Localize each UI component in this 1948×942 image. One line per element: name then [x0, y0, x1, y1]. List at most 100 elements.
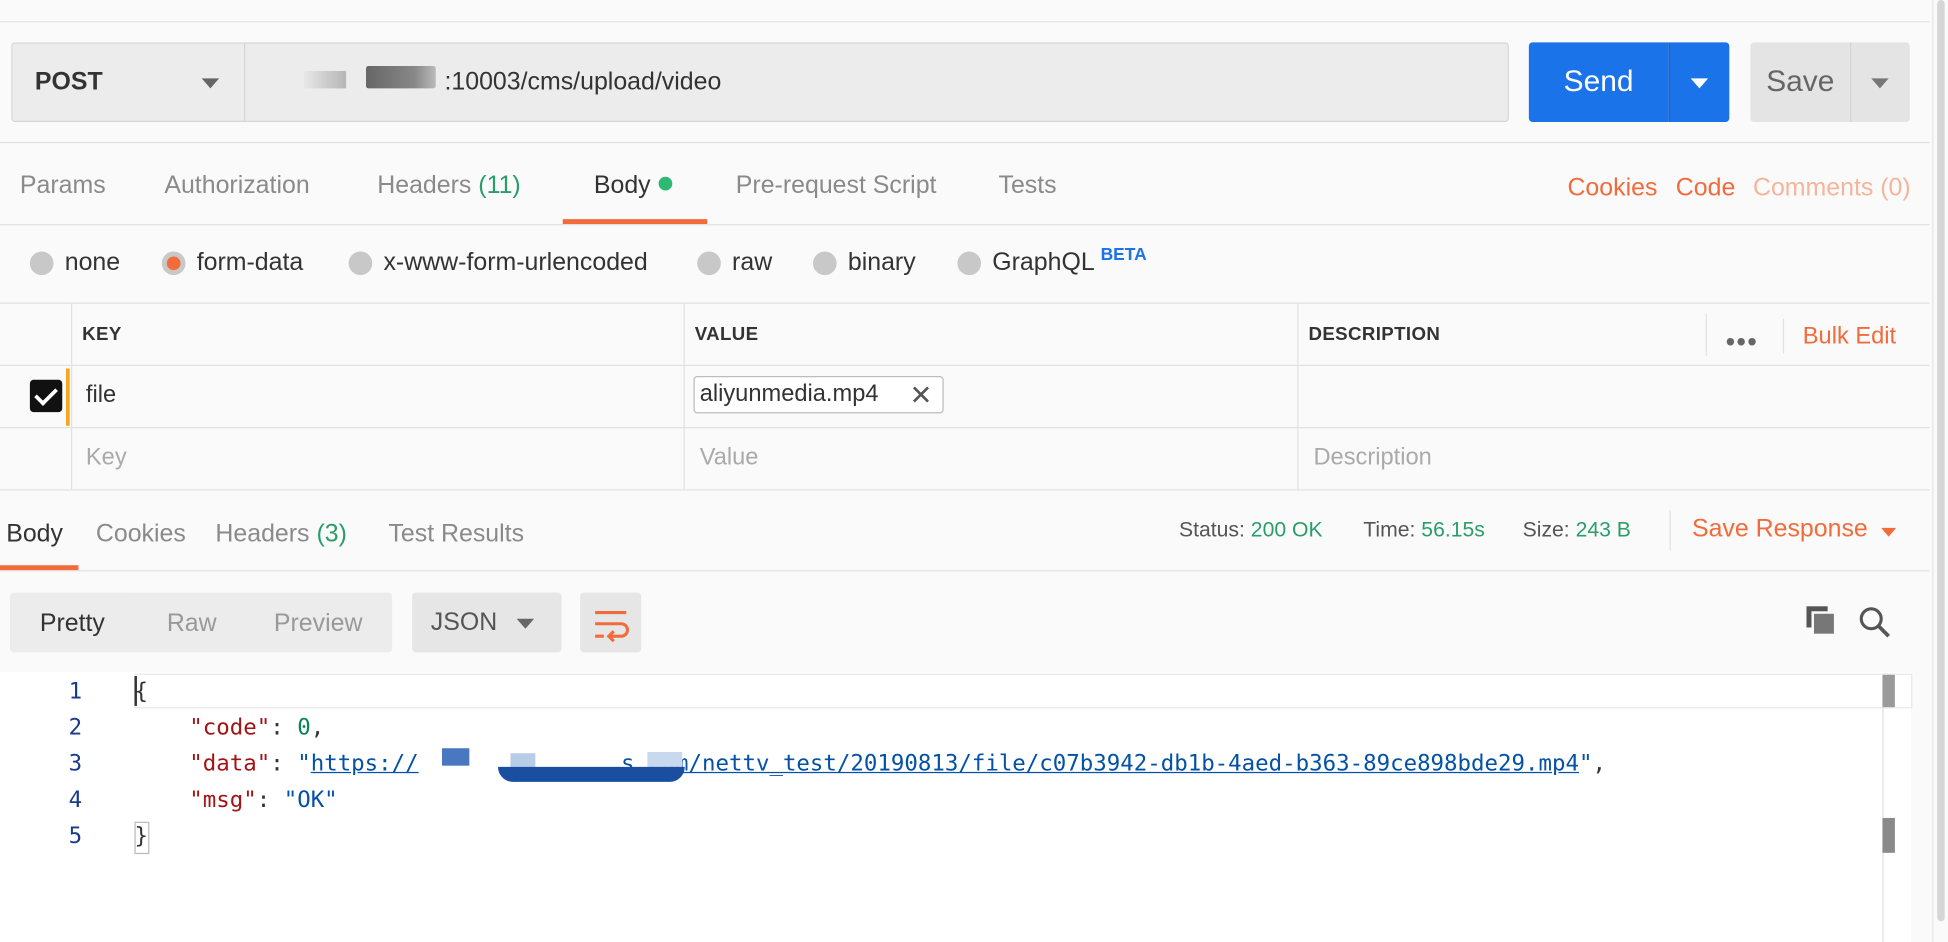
page-scrollbar[interactable]: [1932, 0, 1948, 942]
table-col-divider: [1706, 314, 1707, 356]
modified-dot-icon: [658, 177, 672, 191]
copy-icon[interactable]: [1805, 605, 1837, 644]
json-url-link[interactable]: https://: [311, 751, 419, 777]
tab-headers-label: Headers: [215, 520, 309, 547]
more-options-icon[interactable]: •••: [1726, 326, 1759, 358]
radio-graphql[interactable]: GraphQL: [957, 249, 1094, 278]
value-input-placeholder[interactable]: Value: [700, 444, 759, 471]
key-cell[interactable]: file: [86, 382, 116, 409]
table-col-divider: [684, 303, 685, 490]
method-select[interactable]: POST: [11, 42, 244, 122]
page-scrollbar-thumb[interactable]: [1937, 0, 1944, 921]
format-label: JSON: [431, 608, 497, 637]
format-select[interactable]: JSON: [412, 593, 561, 653]
active-line-highlight: [134, 674, 1912, 709]
comments-link[interactable]: Comments (0): [1753, 174, 1911, 203]
tab-tests[interactable]: Tests: [998, 172, 1056, 201]
column-header-description: DESCRIPTION: [1308, 324, 1440, 345]
radio-raw[interactable]: raw: [697, 249, 772, 278]
divider: [0, 224, 1930, 225]
radio-none[interactable]: none: [30, 249, 120, 278]
send-label: Send: [1564, 65, 1634, 100]
cookies-link[interactable]: Cookies: [1567, 174, 1657, 203]
response-tab-body[interactable]: Body: [6, 520, 63, 549]
response-tab-test-results[interactable]: Test Results: [388, 520, 524, 549]
radio-label: x-www-form-urlencoded: [383, 249, 647, 278]
tab-headers-label: Headers: [377, 172, 471, 199]
response-tab-headers[interactable]: Headers (3): [215, 520, 347, 549]
chevron-down-icon[interactable]: [1881, 528, 1896, 537]
chevron-down-icon: [1691, 78, 1708, 88]
save-response-button[interactable]: Save Response: [1692, 515, 1868, 544]
search-icon[interactable]: [1858, 605, 1893, 646]
status-value: 200 OK: [1251, 518, 1323, 542]
close-icon[interactable]: ✕: [910, 380, 933, 412]
save-options-button[interactable]: [1850, 42, 1910, 122]
view-mode-raw[interactable]: Raw: [167, 610, 217, 639]
chevron-down-icon: [1871, 78, 1888, 88]
view-mode-preview[interactable]: Preview: [274, 610, 363, 639]
radio-urlencoded[interactable]: x-www-form-urlencoded: [349, 249, 648, 278]
radio-binary[interactable]: binary: [813, 249, 916, 278]
json-key: "data": [189, 751, 270, 777]
editor-scrollbar-thumb[interactable]: [1882, 675, 1894, 707]
radio-circle-icon: [957, 251, 981, 275]
send-options-button[interactable]: [1668, 42, 1729, 122]
save-label: Save: [1766, 65, 1834, 100]
wrap-lines-icon: [580, 593, 641, 653]
time-info: Time: 56.15s: [1363, 518, 1485, 543]
text-cursor: [134, 676, 136, 706]
tab-params[interactable]: Params: [20, 172, 106, 201]
view-mode-pretty[interactable]: Pretty: [40, 610, 105, 639]
wrap-lines-button[interactable]: [580, 593, 641, 653]
status-label: Status:: [1179, 518, 1245, 542]
code-line: "data": "https://xxxxxxxxxxxxxxxs.com/ne…: [189, 751, 1606, 777]
redacted-host-part: [366, 66, 436, 88]
url-text: :10003/cms/upload/video: [444, 68, 721, 97]
tab-body-label: Body: [594, 172, 651, 199]
response-tab-cookies[interactable]: Cookies: [96, 520, 186, 549]
size-info: Size: 243 B: [1523, 518, 1631, 543]
send-button[interactable]: Send: [1529, 42, 1668, 122]
description-input-placeholder[interactable]: Description: [1313, 444, 1431, 471]
file-chip[interactable]: aliyunmedia.mp4 ✕: [693, 376, 943, 413]
json-key: "msg": [189, 787, 256, 813]
size-value: 243 B: [1576, 518, 1631, 542]
bulk-edit-link[interactable]: Bulk Edit: [1803, 324, 1896, 351]
radio-label: form-data: [197, 249, 304, 278]
radio-form-data[interactable]: form-data: [162, 249, 303, 278]
tab-headers-count: (3): [316, 520, 346, 547]
chevron-down-icon: [202, 78, 219, 88]
editor-scrollbar-thumb[interactable]: [1882, 818, 1894, 853]
key-input-placeholder[interactable]: Key: [86, 444, 127, 471]
save-button[interactable]: Save: [1750, 42, 1850, 122]
beta-badge: BETA: [1101, 244, 1147, 264]
tab-authorization[interactable]: Authorization: [164, 172, 309, 201]
table-col-divider: [71, 303, 72, 490]
bracket-match-highlight: [134, 822, 149, 854]
json-url-link[interactable]: s.com/nettv_test/20190813/file/c07b3942-…: [621, 751, 1579, 777]
code-line: "msg": "OK": [189, 787, 337, 813]
row-enabled-checkbox[interactable]: [30, 380, 62, 412]
code-link[interactable]: Code: [1676, 174, 1736, 203]
tab-prerequest-script[interactable]: Pre-request Script: [736, 172, 937, 201]
line-number: 5: [0, 823, 82, 849]
radio-circle-icon: [30, 251, 54, 275]
divider: [1670, 510, 1671, 550]
row-modified-marker: [66, 369, 70, 426]
code-line: "code": 0,: [189, 715, 324, 741]
description-cell[interactable]: [1297, 366, 1929, 427]
column-header-value: VALUE: [695, 324, 759, 345]
redaction-mark: [647, 752, 682, 767]
line-number: 1: [0, 679, 82, 705]
status-info: Status: 200 OK: [1179, 518, 1323, 543]
row-divider: [0, 427, 1930, 428]
table-top-border: [0, 303, 1930, 304]
table-col-divider: [1783, 319, 1784, 354]
divider: [0, 570, 1930, 571]
tab-headers[interactable]: Headers (11): [377, 172, 521, 201]
tab-headers-count: (11): [478, 172, 520, 199]
redaction-mark: [498, 767, 685, 782]
radio-label: raw: [732, 249, 772, 278]
tab-body[interactable]: Body: [594, 172, 672, 201]
